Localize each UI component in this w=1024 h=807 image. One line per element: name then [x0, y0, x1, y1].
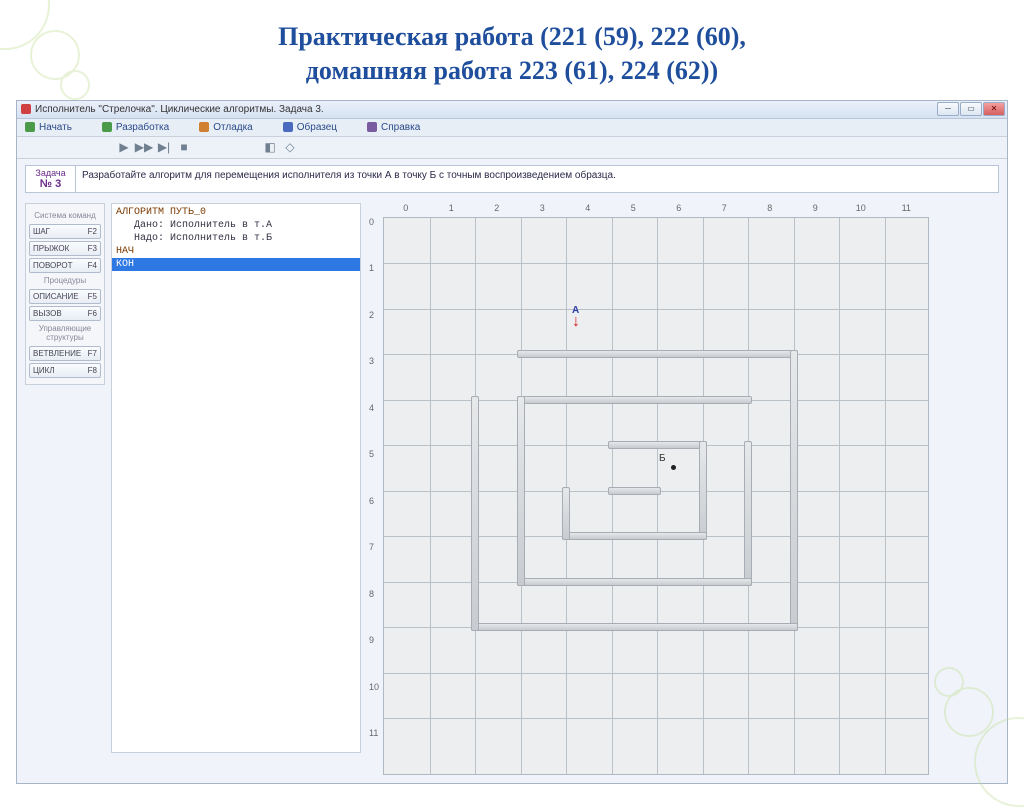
play-button[interactable]: ▶	[117, 140, 131, 154]
app-icon	[21, 104, 31, 114]
wall	[562, 532, 707, 540]
app-window: Исполнитель "Стрелочка". Циклические алг…	[16, 100, 1008, 784]
play-icon	[25, 122, 35, 132]
wall	[790, 350, 798, 631]
grid-panel: 01234567891011 01234567891011 А↓Б	[367, 203, 999, 775]
maximize-button[interactable]: ▭	[960, 102, 982, 116]
commands-panel: Система команд ШАГ F2 ПРЫЖОК F3 ПОВОРОТ …	[25, 203, 105, 386]
menu-help-label: Справка	[381, 122, 420, 133]
work-area: Система команд ШАГ F2 ПРЫЖОК F3 ПОВОРОТ …	[17, 199, 1007, 783]
y-axis: 01234567891011	[369, 217, 379, 775]
help-icon	[367, 122, 377, 132]
titlebar: Исполнитель "Стрелочка". Циклические алг…	[17, 101, 1007, 119]
menu-sample[interactable]: Образец	[283, 122, 337, 133]
slide-title-line2: домашняя работа 223 (61), 224 (62))	[306, 56, 718, 85]
x-axis: 01234567891011	[383, 203, 929, 213]
cmd-section-2: Процедуры	[29, 276, 101, 285]
wall	[608, 487, 662, 495]
code-line-selected: КОН	[112, 258, 360, 271]
point-b-dot	[671, 465, 676, 470]
develop-icon	[102, 122, 112, 132]
cmd-step[interactable]: ШАГ F2	[29, 224, 101, 239]
executor-arrow-icon: ↓	[572, 313, 580, 331]
skip-end-button[interactable]: ▶|	[157, 140, 171, 154]
cmd-call[interactable]: ВЫЗОВ F6	[29, 306, 101, 321]
code-line-3: Надо: Исполнитель в т.Б	[112, 232, 360, 245]
task-badge: Задача № 3	[26, 166, 76, 192]
code-line-4: НАЧ	[112, 245, 360, 258]
cmd-describe[interactable]: ОПИСАНИЕ F5	[29, 289, 101, 304]
grid-box[interactable]: А↓Б	[383, 217, 929, 775]
menu-help[interactable]: Справка	[367, 122, 420, 133]
tool-button-2[interactable]: ◇	[283, 140, 297, 154]
cmd-section-1: Система команд	[29, 211, 101, 220]
menu-develop-label: Разработка	[116, 122, 169, 133]
wall	[562, 487, 570, 541]
task-label: Задача	[35, 168, 65, 178]
wall	[517, 578, 753, 586]
wall	[517, 350, 798, 358]
task-number: № 3	[40, 178, 61, 190]
wall	[471, 396, 479, 632]
menu-start-label: Начать	[39, 122, 72, 133]
menubar: Начать Разработка Отладка Образец Справк…	[17, 119, 1007, 137]
wall	[699, 441, 707, 540]
tool-button-1[interactable]: ◧	[263, 140, 277, 154]
close-button[interactable]: ✕	[983, 102, 1005, 116]
sample-icon	[283, 122, 293, 132]
point-b-label: Б	[659, 453, 666, 464]
wall	[471, 623, 798, 631]
minimize-button[interactable]: ─	[937, 102, 959, 116]
menu-debug-label: Отладка	[213, 122, 253, 133]
task-text: Разработайте алгоритм для перемещения ис…	[76, 166, 998, 192]
task-row: Задача № 3 Разработайте алгоритм для пер…	[25, 165, 999, 193]
wall	[608, 441, 707, 449]
stop-button[interactable]: ■	[177, 140, 191, 154]
slide-title: Практическая работа (221 (59), 222 (60),…	[0, 0, 1024, 100]
window-title: Исполнитель "Стрелочка". Циклические алг…	[35, 104, 324, 115]
fast-forward-button[interactable]: ▶▶	[137, 140, 151, 154]
slide-title-line1: Практическая работа (221 (59), 222 (60),	[278, 22, 746, 51]
wall	[517, 396, 525, 586]
wall	[744, 441, 752, 586]
cmd-loop[interactable]: ЦИКЛ F8	[29, 363, 101, 378]
cmd-jump[interactable]: ПРЫЖОК F3	[29, 241, 101, 256]
debug-icon	[199, 122, 209, 132]
cmd-turn[interactable]: ПОВОРОТ F4	[29, 258, 101, 273]
cmd-section-3: Управляющие структуры	[29, 324, 101, 342]
menu-sample-label: Образец	[297, 122, 337, 133]
cmd-branch[interactable]: ВЕТВЛЕНИЕ F7	[29, 346, 101, 361]
menu-start[interactable]: Начать	[25, 122, 72, 133]
menu-debug[interactable]: Отладка	[199, 122, 253, 133]
code-line-2: Дано: Исполнитель в т.А	[112, 219, 360, 232]
code-panel[interactable]: АЛГОРИТМ ПУТЬ_0 Дано: Исполнитель в т.А …	[111, 203, 361, 753]
toolbar: ▶ ▶▶ ▶| ■ ◧ ◇	[17, 137, 1007, 159]
menu-develop[interactable]: Разработка	[102, 122, 169, 133]
wall	[517, 396, 753, 404]
code-line-1: АЛГОРИТМ ПУТЬ_0	[112, 206, 360, 219]
